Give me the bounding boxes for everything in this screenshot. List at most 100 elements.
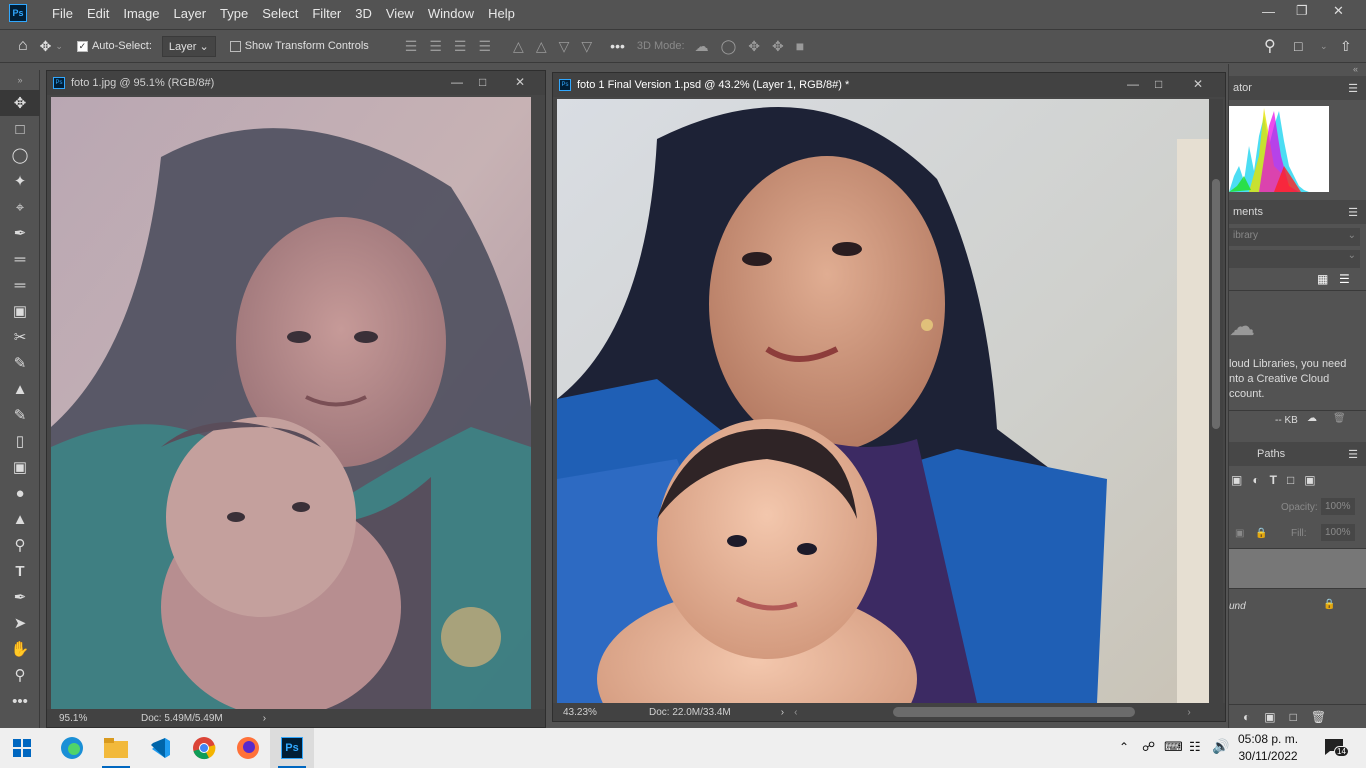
panel-menu-icon[interactable]: ☰ xyxy=(1348,206,1358,219)
scroll-right-icon[interactable]: › xyxy=(1187,707,1190,718)
network-wifi-icon[interactable]: ☷ xyxy=(1189,739,1201,755)
new-layer-icon[interactable]: □ xyxy=(1290,710,1297,724)
quick-select-tool-icon[interactable]: ✦ xyxy=(0,168,40,194)
menu-window[interactable]: Window xyxy=(421,6,481,21)
document-2-titlebar[interactable]: Ps foto 1 Final Version 1.psd @ 43.2% (L… xyxy=(553,73,1225,97)
type-filter-icon[interactable]: T xyxy=(1270,473,1277,487)
layer-row-selected[interactable] xyxy=(1229,548,1366,588)
3d-pan-icon[interactable]: ✥ xyxy=(748,38,760,55)
delete-layer-icon[interactable]: 🗑 xyxy=(1311,710,1326,724)
3d-roll-icon[interactable]: ◯ xyxy=(721,38,737,55)
lock-pixels-icon[interactable]: ▣ xyxy=(1235,528,1244,539)
auto-select-target-dropdown[interactable]: Layer ⌄ xyxy=(161,35,216,57)
marquee-tool-icon[interactable]: □ xyxy=(0,116,40,142)
crop-tool-icon[interactable]: ⌖ xyxy=(0,194,40,220)
group-folder-icon[interactable]: ▣ xyxy=(1264,710,1275,724)
restored-photo-canvas[interactable] xyxy=(557,99,1209,703)
menu-help[interactable]: Help xyxy=(481,6,522,21)
home-icon[interactable]: ⌂ xyxy=(18,37,28,55)
menu-edit[interactable]: Edit xyxy=(80,6,116,21)
more-tools-icon[interactable]: ••• xyxy=(0,688,40,714)
doc2-minimize-button[interactable]: — xyxy=(1127,77,1139,91)
tab-paths[interactable]: Paths xyxy=(1257,448,1285,460)
workspace-chevron-icon[interactable]: ⌄ xyxy=(1320,41,1328,52)
input-method-icon[interactable]: ⌨ xyxy=(1164,739,1183,755)
scroll-left-icon[interactable]: ‹ xyxy=(794,707,797,718)
document-window-2[interactable]: Ps foto 1 Final Version 1.psd @ 43.2% (L… xyxy=(552,72,1226,722)
more-options-icon[interactable]: ••• xyxy=(610,38,625,54)
chrome-browser-icon[interactable] xyxy=(182,728,226,768)
edge-browser-icon[interactable] xyxy=(50,728,94,768)
distribute-icon[interactable]: ☰ xyxy=(478,38,491,55)
volume-icon[interactable]: 🔊 xyxy=(1212,738,1229,755)
gradient-tool-icon[interactable]: ▣ xyxy=(0,454,40,480)
smart-object-filter-icon[interactable]: ▣ xyxy=(1304,473,1315,487)
doc2-horizontal-scroll-thumb[interactable] xyxy=(893,707,1136,717)
stamp-tool-icon[interactable]: ▲ xyxy=(0,376,40,402)
document-1-titlebar[interactable]: Ps foto 1.jpg @ 95.1% (RGB/8#) — □ ✕ xyxy=(47,71,545,95)
show-transform-checkbox[interactable]: Show Transform Controls xyxy=(229,40,369,52)
sharpen-tool-icon[interactable]: ▲ xyxy=(0,506,40,532)
share-icon[interactable]: ⇧ xyxy=(1340,38,1352,55)
blur-tool-icon[interactable]: ● xyxy=(0,480,40,506)
type-tool-icon[interactable]: T xyxy=(0,558,40,584)
panel-menu-icon[interactable]: ☰ xyxy=(1348,448,1358,461)
3d-scale-icon[interactable]: ■ xyxy=(796,38,804,54)
zoom-tool-icon[interactable]: ⚲ xyxy=(0,662,40,688)
app-minimize-button[interactable]: — xyxy=(1262,0,1275,22)
doc1-zoom-level[interactable]: 95.1% xyxy=(59,713,131,724)
patch-tool-icon[interactable]: ═ xyxy=(0,272,40,298)
layer-row-background[interactable]: und 🔒 xyxy=(1229,588,1366,626)
system-clock[interactable]: 05:08 p. m. 30/11/2022 xyxy=(1238,731,1298,765)
dodge-tool-icon[interactable]: ⚲ xyxy=(0,532,40,558)
list-view-icon[interactable]: ☰ xyxy=(1339,272,1350,286)
doc2-vertical-scrollbar[interactable] xyxy=(1209,99,1223,703)
adjustment-layer-icon[interactable]: ◐ xyxy=(1243,710,1250,724)
menu-3d[interactable]: 3D xyxy=(348,6,379,21)
photoshop-taskbar-icon[interactable]: Ps xyxy=(270,728,314,768)
windows-start-icon[interactable] xyxy=(0,728,44,768)
content-aware-icon[interactable]: ▣ xyxy=(0,298,40,324)
original-photo-canvas[interactable] xyxy=(51,97,531,709)
workspace-icon[interactable]: □ xyxy=(1294,38,1302,54)
auto-select-checkbox[interactable]: ✓ Auto-Select: xyxy=(76,40,152,52)
library-filter-dropdown[interactable]: ⌄ xyxy=(1229,250,1360,268)
tab-navigator[interactable]: ator xyxy=(1233,82,1252,94)
eraser-tool-icon[interactable]: ▯ xyxy=(0,428,40,454)
vscode-icon[interactable] xyxy=(138,728,182,768)
trash-icon[interactable]: 🗑 xyxy=(1333,413,1346,424)
doc1-minimize-button[interactable]: — xyxy=(451,75,463,89)
hand-tool-icon[interactable]: ✋ xyxy=(0,636,40,662)
meet-now-icon[interactable]: ☍ xyxy=(1142,739,1155,755)
document-window-1[interactable]: Ps foto 1.jpg @ 95.1% (RGB/8#) — □ ✕ 95.… xyxy=(46,70,546,728)
file-explorer-icon[interactable] xyxy=(94,728,138,768)
app-restore-button[interactable]: ❐ xyxy=(1296,0,1308,22)
history-brush-icon[interactable]: ✎ xyxy=(0,402,40,428)
app-close-button[interactable]: ✕ xyxy=(1333,0,1344,22)
panel-menu-icon[interactable]: ☰ xyxy=(1348,82,1358,95)
navigator-panel-header[interactable]: ator ☰ xyxy=(1229,76,1366,100)
lock-all-icon[interactable]: 🔒 xyxy=(1255,528,1267,539)
opacity-value[interactable]: 100% xyxy=(1321,498,1355,515)
menu-image[interactable]: Image xyxy=(116,6,166,21)
align-top-icon[interactable]: △ xyxy=(513,38,524,55)
brush-tool-icon[interactable]: ✎ xyxy=(0,350,40,376)
align-middle-icon[interactable]: △ xyxy=(536,38,547,55)
action-center-icon[interactable]: 14 xyxy=(1324,738,1349,759)
align-left-icon[interactable]: ☰ xyxy=(405,38,418,55)
menu-filter[interactable]: Filter xyxy=(305,6,348,21)
collapse-panels-icon[interactable]: « xyxy=(1229,64,1366,76)
menu-file[interactable]: File xyxy=(45,6,80,21)
menu-view[interactable]: View xyxy=(379,6,421,21)
firefox-browser-icon[interactable] xyxy=(226,728,270,768)
healing-brush-icon[interactable]: ═ xyxy=(0,246,40,272)
library-dropdown[interactable]: ibrary ⌄ xyxy=(1229,228,1360,246)
doc2-status-chevron-icon[interactable]: › xyxy=(781,707,784,718)
image-filter-icon[interactable]: ▣ xyxy=(1231,473,1242,487)
doc1-maximize-button[interactable]: □ xyxy=(479,75,486,89)
libraries-panel-header[interactable]: ments ☰ xyxy=(1229,200,1366,224)
doc1-status-chevron-icon[interactable]: › xyxy=(263,713,266,724)
layers-panel-header[interactable]: Paths ☰ xyxy=(1229,442,1366,466)
doc1-close-button[interactable]: ✕ xyxy=(515,75,525,89)
doc2-close-button[interactable]: ✕ xyxy=(1193,77,1203,91)
